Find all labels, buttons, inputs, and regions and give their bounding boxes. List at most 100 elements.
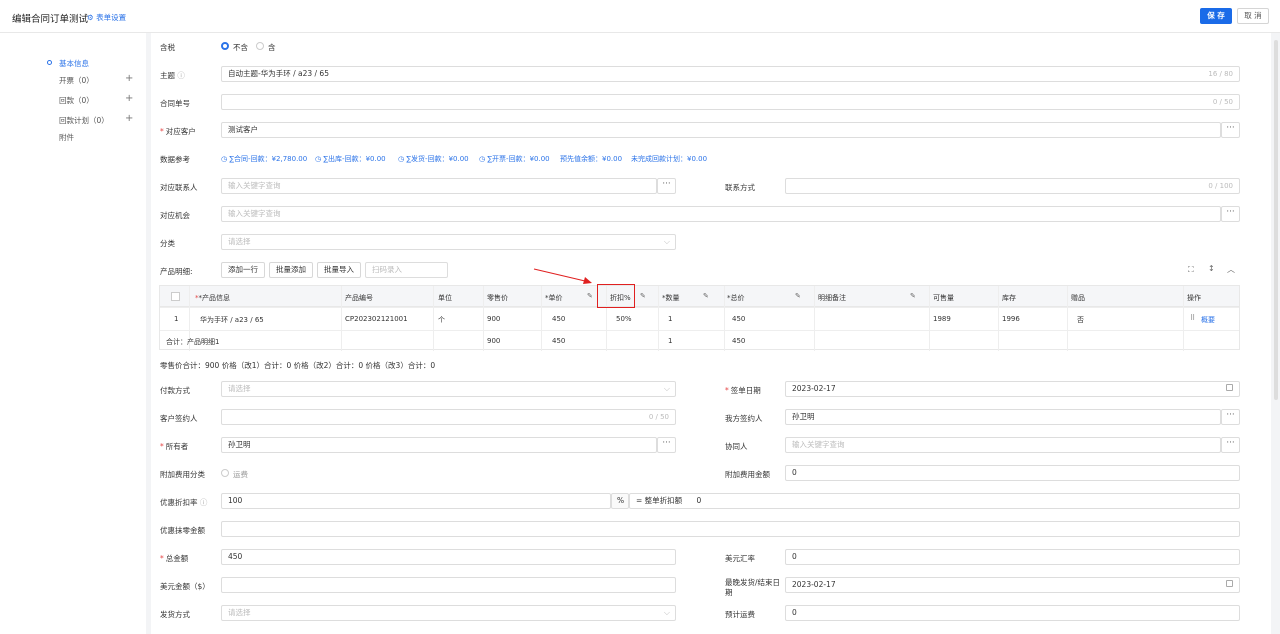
tax-exclusive-radio[interactable]	[221, 42, 229, 50]
extra-fee-amt-input[interactable]: 0	[785, 465, 1240, 481]
cust-signer-input[interactable]: 0 / 50	[221, 409, 676, 425]
col-header-total: *总价	[727, 294, 745, 302]
opportunity-label: 对应机会	[160, 211, 190, 220]
ship-way-label: 发货方式	[160, 610, 190, 619]
opportunity-input[interactable]: 输入关键字查询	[221, 206, 1221, 222]
our-signer-more-icon[interactable]: ···	[1221, 409, 1240, 425]
products-label: 产品明细:	[160, 267, 193, 276]
payment-label: 付款方式	[160, 386, 190, 395]
contact-more-icon[interactable]: ···	[657, 178, 676, 194]
add-payment-plus-icon[interactable]: +	[125, 93, 133, 104]
ref-item-text: ∑合同-回款：¥2,780.00	[229, 155, 308, 163]
category-select[interactable]: 请选择 ⌵	[221, 234, 676, 250]
est-freight-label: 预计运费	[725, 610, 755, 619]
row-summary-link[interactable]: 概要	[1201, 315, 1215, 325]
our-signer-input[interactable]: 孙卫明	[785, 409, 1221, 425]
usd-rate-input[interactable]: 0	[785, 549, 1240, 565]
payment-placeholder: 请选择	[228, 384, 251, 393]
ref-prepaid-balance[interactable]: 预先值余额：¥0.00	[560, 154, 622, 164]
edit-price-icon[interactable]: ✎	[587, 292, 593, 300]
est-freight-input[interactable]: 0	[785, 605, 1240, 621]
batch-import-button[interactable]: 批量导入	[317, 262, 361, 278]
total-input[interactable]: 450	[221, 549, 676, 565]
contract-no-input[interactable]: 0 / 50	[221, 94, 1240, 110]
sidebar-item-payment-plan[interactable]: 回款计划（0）	[59, 115, 109, 126]
contract-no-label: 合同单号	[160, 99, 190, 108]
drag-handle-icon[interactable]: ⠿	[1190, 314, 1195, 322]
col-header-remark: 明细备注	[818, 294, 846, 302]
freight-label: 运费	[233, 470, 248, 479]
ref-invoice-payment[interactable]: ◷ ∑开票-回款：¥0.00	[479, 154, 550, 164]
row-price[interactable]: 450	[552, 315, 565, 323]
owner-more-icon[interactable]: ···	[657, 437, 676, 453]
customer-more-icon[interactable]: ···	[1221, 122, 1240, 138]
collaborator-more-icon[interactable]: ···	[1221, 437, 1240, 453]
row-discount[interactable]: 50%	[616, 315, 632, 323]
sum-price: 450	[552, 337, 566, 345]
ref-outbound-payment[interactable]: ◷ ∑出库-回款：¥0.00	[315, 154, 386, 164]
collapse-up-icon[interactable]: ︿	[1227, 264, 1235, 275]
edit-total-icon[interactable]: ✎	[795, 292, 801, 300]
contact-input[interactable]: 输入关键字查询	[221, 178, 657, 194]
add-payment-plan-plus-icon[interactable]: +	[125, 113, 133, 124]
collaborator-input[interactable]: 输入关键字查询	[785, 437, 1221, 453]
cust-signer-label: 客户签约人	[160, 414, 198, 423]
whole-discount-value: 0	[696, 496, 702, 505]
extra-fee-amt-label: 附加费用金额	[725, 470, 770, 479]
ref-shipment-payment[interactable]: ◷ ∑发货-回款：¥0.00	[398, 154, 469, 164]
edit-remark-icon[interactable]: ✎	[910, 292, 916, 300]
page-title: 编辑合同订单测试	[12, 14, 89, 25]
latest-ship-input[interactable]: 2023-02-17	[785, 577, 1240, 593]
select-all-checkbox[interactable]	[171, 292, 180, 301]
subject-value: 自动主题-华为手环 / a23 / 65	[228, 69, 329, 78]
customer-input[interactable]: 测试客户	[221, 122, 1221, 138]
ref-unfinished-plan[interactable]: 未完成回款计划：¥0.00	[631, 154, 707, 164]
sign-date-input[interactable]: 2023-02-17	[785, 381, 1240, 397]
form-settings-link[interactable]: ⚙ 表单设置	[87, 12, 126, 23]
freight-radio[interactable]	[221, 469, 229, 477]
sidebar-item-invoice[interactable]: 开票（0）	[59, 75, 94, 86]
sidebar: 基本信息 开票（0） + 回款（0） + 回款计划（0） + 附件	[0, 33, 146, 634]
contact-way-label: 联系方式	[725, 183, 755, 192]
expand-vertical-icon[interactable]: ↕	[1208, 264, 1215, 273]
add-row-button[interactable]: 添加一行	[221, 262, 265, 278]
cancel-button[interactable]: 取 消	[1237, 8, 1269, 24]
col-divider	[724, 286, 725, 351]
sum-retail: 900	[487, 337, 501, 345]
usd-rate-label: 美元汇率	[725, 554, 755, 563]
opportunity-more-icon[interactable]: ···	[1221, 206, 1240, 222]
usd-amount-input[interactable]	[221, 577, 676, 593]
products-table: **产品信息 产品编号 单位 零售价 *单价 ✎ 折扣% ✎ *数量 ✎ *总价…	[159, 285, 1240, 351]
row-index: 1	[174, 315, 179, 323]
rounding-input[interactable]	[221, 521, 1240, 537]
latest-ship-label-line1: 最晚发货/结束日	[725, 578, 781, 587]
subject-label: 主题 ⓘ	[160, 70, 185, 81]
whole-discount-field: = 整单折扣额 0	[629, 493, 1240, 509]
contact-way-input[interactable]: 0 / 100	[785, 178, 1240, 194]
ship-way-select[interactable]: 请选择 ⌵	[221, 605, 676, 621]
page-scrollbar[interactable]	[1274, 40, 1278, 400]
subject-input[interactable]: 自动主题-华为手环 / a23 / 65 16 / 80	[221, 66, 1240, 82]
sum-total: 450	[732, 337, 746, 345]
sidebar-item-attachment[interactable]: 附件	[59, 132, 74, 143]
fullscreen-icon[interactable]: ⛶	[1188, 265, 1194, 275]
scan-input[interactable]: 扫码录入	[365, 262, 448, 278]
ref-contract-payment[interactable]: ◷ ∑合同-回款：¥2,780.00	[221, 154, 307, 164]
header-bar: 编辑合同订单测试 ⚙ 表单设置 保 存 取 消	[0, 0, 1280, 33]
discount-rate-input[interactable]: 100	[221, 493, 611, 509]
add-invoice-plus-icon[interactable]: +	[125, 73, 133, 84]
save-button[interactable]: 保 存	[1200, 8, 1232, 24]
payment-select[interactable]: 请选择 ⌵	[221, 381, 676, 397]
row-product[interactable]: 华为手环 / a23 / 65	[200, 315, 264, 325]
edit-qty-icon[interactable]: ✎	[703, 292, 709, 300]
batch-add-button[interactable]: 批量添加	[269, 262, 313, 278]
sidebar-item-basic-info[interactable]: 基本信息	[59, 58, 89, 69]
row-total[interactable]: 450	[732, 315, 745, 323]
owner-input[interactable]: 孙卫明	[221, 437, 657, 453]
tax-inclusive-radio[interactable]	[256, 42, 264, 50]
row-qty[interactable]: 1	[668, 315, 672, 323]
edit-discount-icon[interactable]: ✎	[640, 292, 646, 300]
col-header-code: 产品编号	[345, 294, 373, 302]
latest-ship-value: 2023-02-17	[792, 580, 836, 589]
sidebar-item-payment[interactable]: 回款（0）	[59, 95, 94, 106]
